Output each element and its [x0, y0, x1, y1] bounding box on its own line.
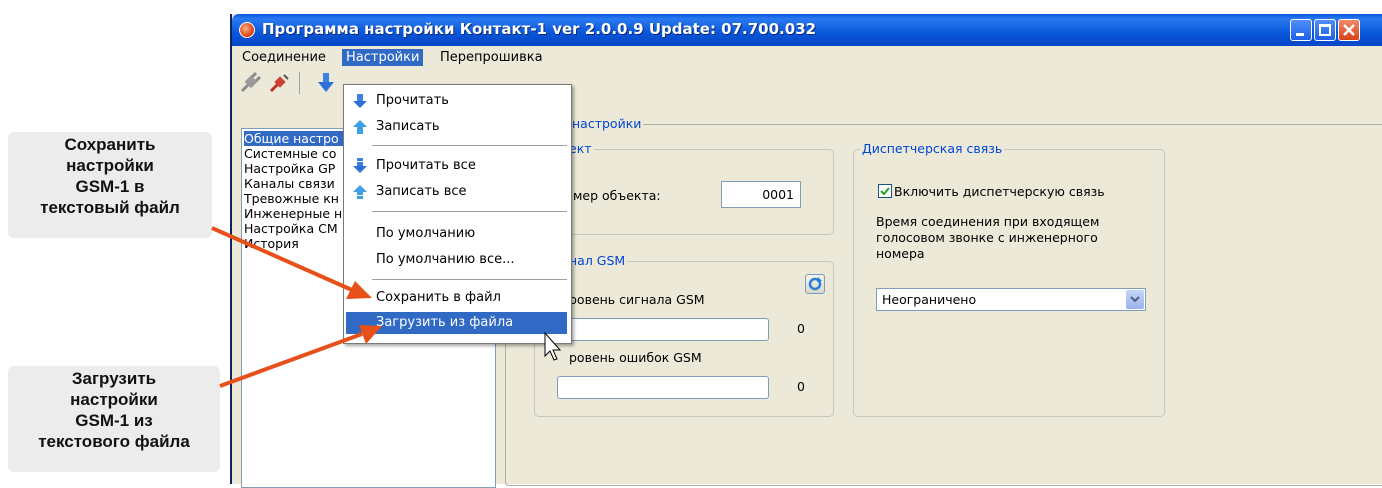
error-level-value: 0 — [797, 379, 805, 394]
tree-item[interactable]: Настройка GP — [244, 161, 349, 176]
menu-item-default[interactable]: По умолчанию — [344, 223, 569, 245]
menu-item-write-all[interactable]: Записать все — [344, 181, 569, 203]
maximize-button[interactable] — [1314, 19, 1336, 41]
gsm-signal-legend: нал GSM — [567, 253, 628, 268]
gsm-signal-group: нал GSM ровень сигнала GSM 0 ровень ошиб… — [534, 253, 834, 417]
dispatch-checkbox-label[interactable]: Включить диспетчерскую связь — [894, 184, 1105, 199]
general-settings-legend: настройки — [570, 116, 644, 131]
callout-load-line: настройки — [70, 390, 158, 409]
menu-item-load-file[interactable]: Загрузить из файла — [346, 312, 567, 334]
menu-settings[interactable]: Настройки — [342, 49, 424, 66]
callout-load-line: Загрузить — [71, 369, 157, 388]
menu-bar: Соединение Настройки Перепрошивка — [232, 46, 1382, 68]
callout-save: Сохранить настройки GSM-1 в текстовый фа… — [8, 132, 212, 238]
object-number-label: мер объекта: — [573, 188, 661, 203]
callout-load-line: GSM-1 из — [75, 411, 153, 430]
callout-save-line: текстовый файл — [40, 198, 180, 217]
refresh-button[interactable] — [805, 274, 825, 294]
menu-separator — [372, 145, 567, 146]
tree-item[interactable]: Инженерные н — [244, 206, 349, 221]
object-number-input[interactable]: 0001 — [721, 181, 801, 208]
object-number-value: 0001 — [762, 187, 794, 202]
arrow-down-all-icon — [353, 158, 367, 173]
dispatch-description: Время соединения при входящем — [876, 214, 1100, 229]
menu-connection[interactable]: Соединение — [238, 49, 330, 66]
close-icon — [1343, 24, 1355, 36]
maximize-icon — [1319, 24, 1331, 36]
select-dropdown-button[interactable] — [1126, 290, 1144, 309]
tree-item[interactable]: Системные со — [244, 146, 349, 161]
tree-item[interactable]: История — [244, 236, 349, 251]
menu-item-write-label: Записать — [376, 119, 440, 134]
dispatch-description: номера — [876, 246, 925, 261]
settings-dropdown-menu: Прочитать Записать Прочитать все Записат… — [343, 84, 572, 344]
menu-item-default-all[interactable]: По умолчанию все... — [344, 249, 569, 271]
general-settings-panel: настройки ект мер объекта: 0001 нал GSM … — [505, 116, 1382, 486]
tree-item[interactable]: Тревожные кн — [244, 191, 349, 206]
check-icon — [880, 187, 890, 196]
menu-item-default-label: По умолчанию — [376, 226, 476, 241]
close-button[interactable] — [1338, 19, 1360, 41]
menu-item-read-all-label: Прочитать все — [376, 158, 476, 173]
minimize-button[interactable] — [1290, 19, 1312, 41]
error-level-bar — [557, 376, 769, 399]
menu-item-read-label: Прочитать — [376, 93, 449, 108]
error-level-label: ровень ошибок GSM — [569, 350, 702, 365]
menu-item-save-file[interactable]: Сохранить в файл — [344, 287, 569, 309]
tree-item[interactable]: Настройка СМ — [244, 221, 349, 236]
menu-item-default-all-label: По умолчанию все... — [376, 252, 515, 267]
duration-select[interactable]: Неограничено — [876, 288, 1146, 311]
menu-item-write[interactable]: Записать — [344, 116, 569, 138]
app-icon — [239, 22, 255, 38]
tree-item[interactable]: Общие настро — [244, 131, 349, 146]
object-group: ект мер объекта: 0001 — [534, 141, 834, 235]
dispatch-description: голосовом звонке с инженерного — [876, 230, 1098, 245]
duration-select-value: Неограничено — [882, 292, 977, 307]
menu-firmware[interactable]: Перепрошивка — [436, 49, 547, 66]
menu-separator — [372, 279, 567, 280]
disconnect-plug-icon[interactable] — [268, 71, 292, 95]
refresh-icon — [808, 277, 822, 291]
menu-item-write-all-label: Записать все — [376, 184, 467, 199]
minimize-icon — [1296, 33, 1304, 36]
callout-save-line: Сохранить — [64, 135, 156, 154]
callout-save-line: GSM-1 в — [75, 177, 145, 196]
signal-level-value: 0 — [797, 321, 805, 336]
signal-level-label: ровень сигнала GSM — [569, 292, 705, 307]
callout-load: Загрузить настройки GSM-1 из текстового … — [8, 366, 220, 472]
dispatch-group: Диспетчерская связь Включить диспетчерск… — [853, 141, 1165, 417]
menu-item-save-file-label: Сохранить в файл — [376, 290, 501, 305]
tree-item[interactable]: Каналы связи — [244, 176, 349, 191]
menu-separator — [372, 211, 567, 212]
chevron-down-icon — [1130, 296, 1140, 303]
toolbar-separator — [299, 72, 300, 94]
menu-item-read-all[interactable]: Прочитать все — [344, 155, 569, 177]
signal-level-bar — [557, 318, 769, 341]
menu-item-load-file-label: Загрузить из файла — [376, 315, 514, 330]
read-arrow-icon[interactable] — [316, 71, 336, 95]
title-bar[interactable]: Программа настройки Контакт-1 ver 2.0.0.… — [232, 14, 1382, 46]
callout-load-line: текстового файла — [38, 432, 190, 451]
connect-plug-icon[interactable] — [238, 71, 262, 95]
arrow-down-icon — [353, 94, 367, 108]
callout-save-line: настройки — [66, 156, 154, 175]
arrow-up-all-icon — [353, 185, 367, 199]
dispatch-legend: Диспетчерская связь — [860, 141, 1005, 156]
dispatch-checkbox[interactable] — [878, 184, 892, 198]
arrow-up-icon — [353, 120, 367, 134]
window-title: Программа настройки Контакт-1 ver 2.0.0.… — [262, 20, 817, 38]
menu-item-read[interactable]: Прочитать — [344, 90, 569, 112]
